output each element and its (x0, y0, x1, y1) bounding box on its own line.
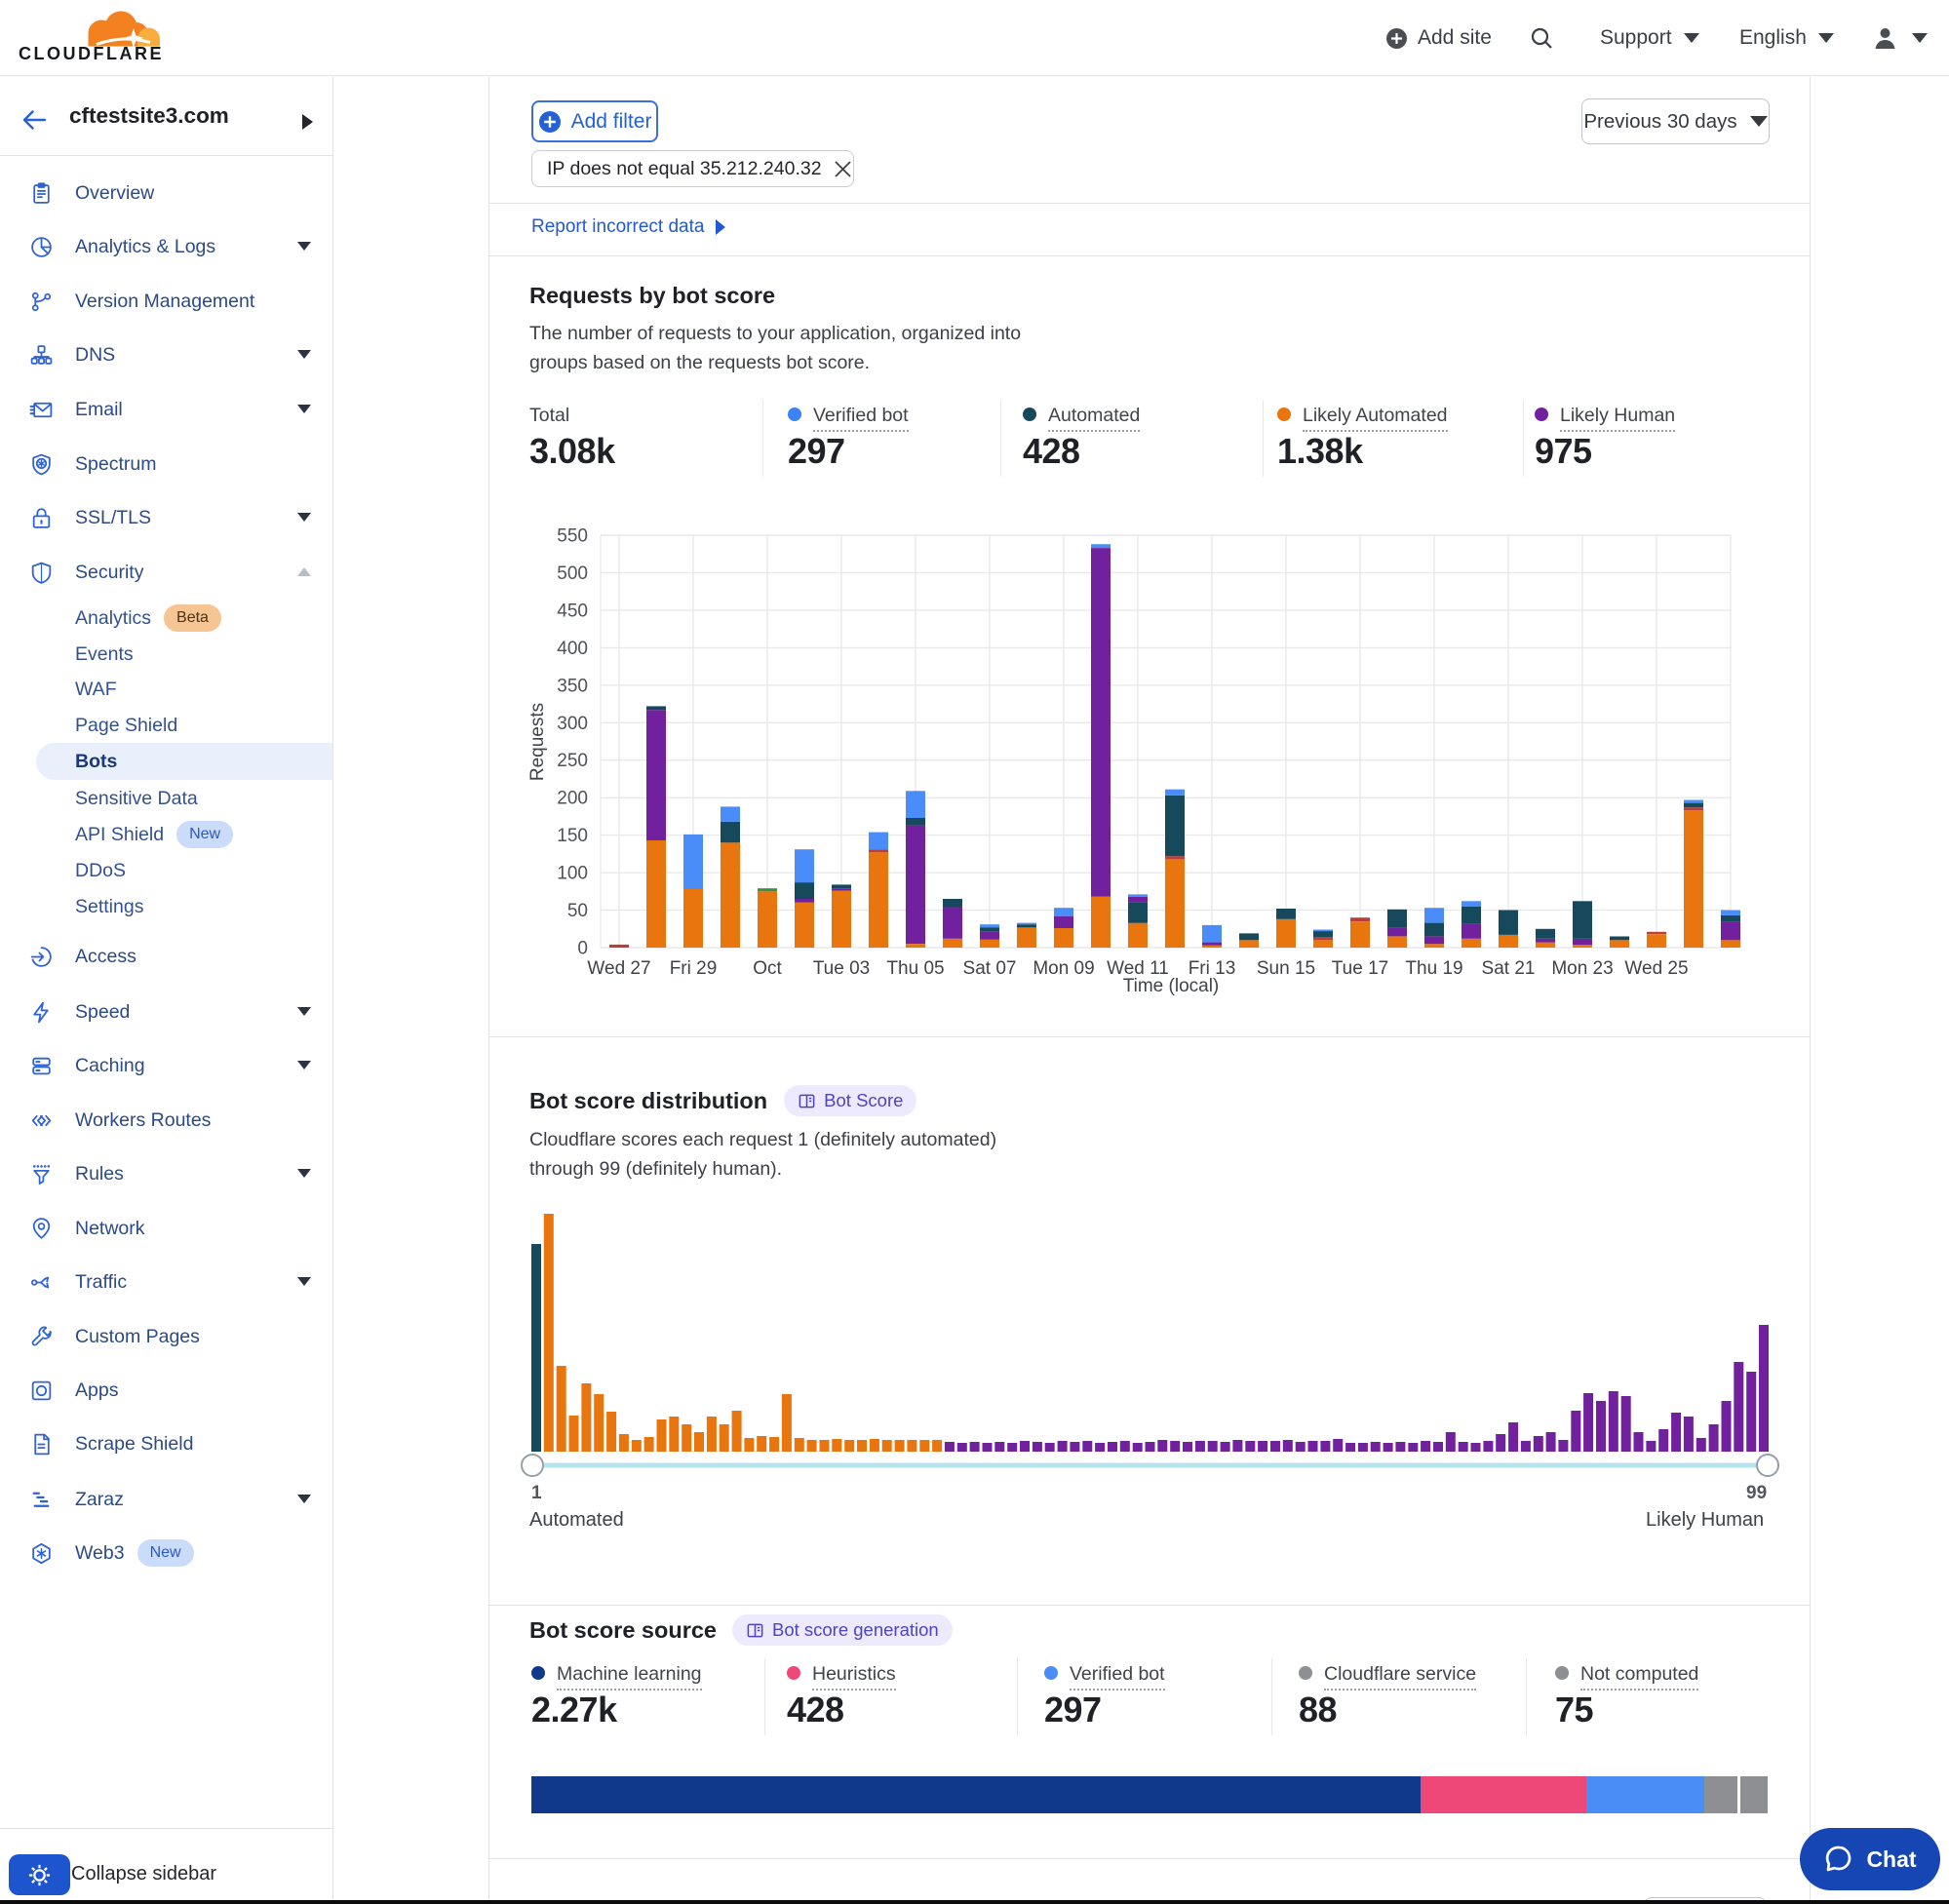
svg-text:Wed 25: Wed 25 (1624, 958, 1688, 979)
svg-text:350: 350 (557, 676, 588, 696)
svg-text:300: 300 (557, 714, 588, 734)
svg-text:CLOUDFLARE: CLOUDFLARE (19, 44, 164, 63)
svg-text:Tue 17: Tue 17 (1332, 958, 1388, 979)
svg-text:Requests: Requests (527, 703, 548, 781)
svg-text:Sat 21: Sat 21 (1482, 958, 1536, 979)
svg-text:250: 250 (557, 751, 588, 771)
svg-text:Mon 09: Mon 09 (1033, 958, 1094, 979)
svg-text:Time (local): Time (local) (1123, 976, 1220, 996)
svg-text:Tue 03: Tue 03 (813, 958, 870, 979)
svg-text:Thu 19: Thu 19 (1405, 958, 1462, 979)
svg-text:100: 100 (557, 864, 588, 884)
svg-text:Thu 05: Thu 05 (886, 958, 944, 979)
svg-text:Sun 15: Sun 15 (1257, 958, 1315, 979)
svg-text:550: 550 (557, 526, 588, 547)
svg-text:Wed 27: Wed 27 (587, 958, 650, 979)
svg-text:Oct: Oct (753, 958, 782, 979)
svg-text:Sat 07: Sat 07 (963, 958, 1017, 979)
svg-text:Fri 29: Fri 29 (670, 958, 718, 979)
svg-text:200: 200 (557, 789, 588, 809)
svg-text:0: 0 (577, 939, 588, 959)
svg-text:150: 150 (557, 826, 588, 846)
svg-text:400: 400 (557, 639, 588, 659)
svg-text:Mon 23: Mon 23 (1551, 958, 1613, 979)
svg-text:50: 50 (567, 901, 588, 921)
svg-text:450: 450 (557, 601, 588, 621)
svg-text:500: 500 (557, 563, 588, 584)
